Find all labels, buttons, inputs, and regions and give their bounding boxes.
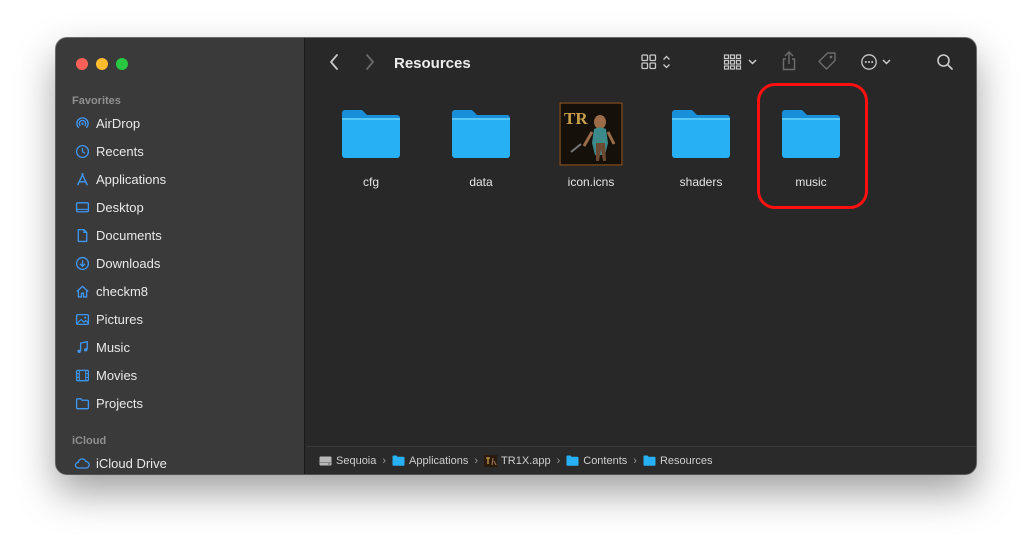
path-item-resources[interactable]: Resources bbox=[643, 455, 713, 467]
sidebar-item-recents[interactable]: Recents bbox=[56, 137, 305, 165]
home-icon bbox=[74, 283, 90, 299]
file-name: cfg bbox=[362, 175, 379, 189]
sidebar-item-label: Downloads bbox=[96, 255, 161, 271]
path-item-label: Contents bbox=[583, 454, 628, 467]
path-item-applications[interactable]: Applications bbox=[392, 455, 468, 467]
folder-icon bbox=[74, 395, 90, 411]
path-item-label: TR1X.app bbox=[501, 454, 551, 467]
sidebar-item-home[interactable]: checkm8 bbox=[56, 277, 305, 305]
share-button[interactable] bbox=[778, 50, 800, 77]
favorites-section-title: Favorites bbox=[72, 95, 121, 107]
sidebar-item-downloads[interactable]: Downloads bbox=[56, 249, 305, 277]
cloud-icon bbox=[74, 455, 90, 471]
path-item-sequoia[interactable]: Sequoia bbox=[319, 455, 376, 467]
file-item-shaders[interactable]: shaders bbox=[656, 102, 746, 189]
sidebar-item-label: Desktop bbox=[96, 199, 144, 215]
zoom-button[interactable] bbox=[116, 58, 128, 70]
file-name: shaders bbox=[679, 175, 723, 189]
path-item-label: Applications bbox=[409, 454, 469, 467]
folder-icon bbox=[669, 102, 733, 166]
sidebar-item-projects[interactable]: Projects bbox=[56, 389, 305, 417]
sidebar-item-label: iCloud Drive bbox=[96, 455, 167, 471]
pictures-icon bbox=[74, 311, 90, 327]
path-item-label: Sequoia bbox=[336, 454, 377, 467]
sidebar-item-label: checkm8 bbox=[96, 283, 149, 299]
folder-icon bbox=[643, 455, 656, 467]
window-controls bbox=[76, 58, 128, 70]
view-mode-button[interactable] bbox=[639, 53, 675, 75]
sidebar-item-pictures[interactable]: Pictures bbox=[56, 305, 305, 333]
chevron-right-icon bbox=[364, 53, 376, 76]
path-bar: Sequoia › Applications › TR1X.app › Cont… bbox=[306, 446, 976, 474]
path-separator: › bbox=[633, 454, 637, 467]
close-button[interactable] bbox=[76, 58, 88, 70]
sidebar-item-label: Documents bbox=[96, 227, 162, 243]
clock-icon bbox=[74, 143, 90, 159]
file-item-cfg[interactable]: cfg bbox=[326, 102, 416, 189]
file-name: icon.icns bbox=[567, 175, 615, 189]
app-icon bbox=[484, 454, 498, 467]
forward-button[interactable] bbox=[360, 53, 380, 75]
tomb-raider-app-icon: TR bbox=[559, 102, 623, 166]
window-title: Resources bbox=[394, 55, 471, 72]
sidebar-item-label: Recents bbox=[96, 143, 144, 159]
sidebar-item-documents[interactable]: Documents bbox=[56, 221, 305, 249]
path-item-contents[interactable]: Contents bbox=[566, 455, 627, 467]
sidebar-item-icloud-drive[interactable]: iCloud Drive bbox=[56, 449, 305, 474]
tag-icon bbox=[816, 50, 838, 77]
toolbar: Resources bbox=[306, 38, 976, 90]
folder-icon bbox=[392, 455, 405, 467]
main-content: Resources cfg data TR icon.icns shaders … bbox=[306, 38, 976, 474]
search-icon bbox=[936, 53, 954, 76]
folder-icon bbox=[339, 102, 403, 166]
sidebar: Favorites AirDrop Recents Applications D… bbox=[56, 38, 305, 474]
highlight-annotation bbox=[757, 83, 868, 209]
sidebar-item-label: Projects bbox=[96, 395, 143, 411]
sidebar-item-movies[interactable]: Movies bbox=[56, 361, 305, 389]
document-icon bbox=[74, 227, 90, 243]
folder-icon bbox=[449, 102, 513, 166]
logo-text: TR bbox=[564, 109, 588, 128]
favorites-list: AirDrop Recents Applications Desktop Doc… bbox=[56, 109, 305, 417]
airdrop-icon bbox=[74, 115, 90, 131]
sidebar-item-label: Pictures bbox=[96, 311, 143, 327]
desktop-icon bbox=[74, 199, 90, 215]
sidebar-item-airdrop[interactable]: AirDrop bbox=[56, 109, 305, 137]
sidebar-item-label: AirDrop bbox=[96, 115, 141, 131]
icloud-section-title: iCloud bbox=[72, 435, 107, 447]
sidebar-item-label: Music bbox=[96, 339, 130, 355]
sidebar-item-applications[interactable]: Applications bbox=[56, 165, 305, 193]
download-icon bbox=[74, 255, 90, 271]
search-button[interactable] bbox=[934, 53, 956, 75]
file-name: data bbox=[469, 175, 493, 189]
ellipsis-circle-icon bbox=[860, 53, 894, 76]
sidebar-item-label: Movies bbox=[96, 367, 138, 383]
sidebar-item-label: Applications bbox=[96, 171, 167, 187]
applications-icon bbox=[74, 171, 90, 187]
file-item-data[interactable]: data bbox=[436, 102, 526, 189]
share-icon bbox=[780, 50, 798, 77]
finder-window: Favorites AirDrop Recents Applications D… bbox=[56, 38, 976, 474]
path-separator: › bbox=[474, 454, 479, 467]
sidebar-item-music[interactable]: Music bbox=[56, 333, 305, 361]
path-item-tr1x-app[interactable]: TR1X.app bbox=[484, 454, 551, 467]
back-button[interactable] bbox=[324, 53, 344, 75]
folder-icon bbox=[566, 455, 579, 467]
more-actions-button[interactable] bbox=[859, 53, 895, 75]
minimize-button[interactable] bbox=[96, 58, 108, 70]
chevron-left-icon bbox=[328, 53, 340, 76]
file-item-icon-icns[interactable]: TR icon.icns bbox=[546, 102, 636, 189]
tags-button[interactable] bbox=[815, 51, 839, 75]
sidebar-item-desktop[interactable]: Desktop bbox=[56, 193, 305, 221]
disk-icon bbox=[319, 455, 332, 467]
film-icon bbox=[74, 367, 90, 383]
path-separator: › bbox=[382, 454, 387, 467]
music-note-icon bbox=[74, 339, 90, 355]
path-separator: › bbox=[556, 454, 561, 467]
group-by-button[interactable] bbox=[722, 53, 762, 75]
icon-view-icon bbox=[640, 53, 674, 76]
group-icon bbox=[723, 53, 761, 76]
path-item-label: Resources bbox=[659, 454, 713, 467]
